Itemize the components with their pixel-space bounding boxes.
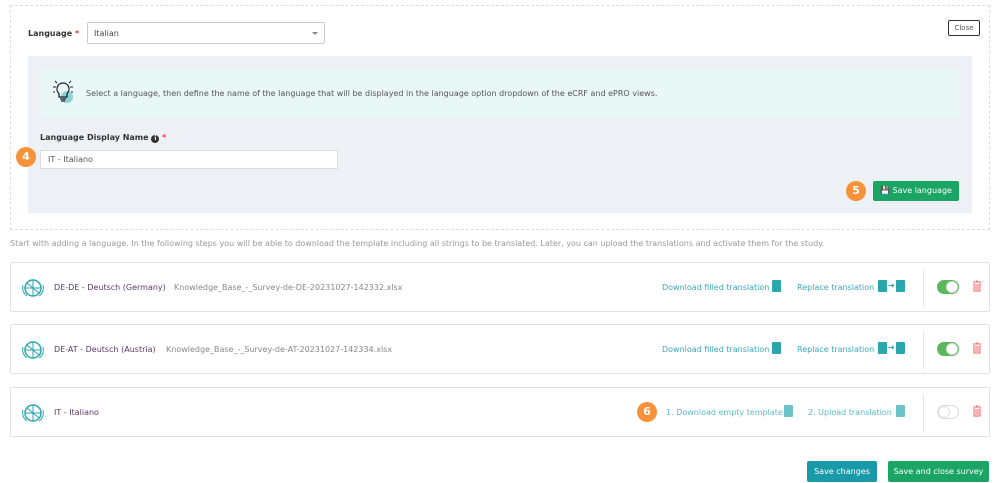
excel-file-icon[interactable] <box>896 280 905 292</box>
file-icon[interactable] <box>784 405 793 417</box>
chevron-down-icon <box>312 32 318 35</box>
excel-file-icon[interactable] <box>878 280 887 292</box>
upload-translation-link[interactable]: 2. Upload translation <box>808 408 892 417</box>
download-empty-template-link[interactable]: 1. Download empty template <box>666 408 783 417</box>
excel-file-icon[interactable] <box>772 342 781 354</box>
trash-icon[interactable] <box>972 342 982 356</box>
arrow-right-icon: ➜ <box>888 281 895 290</box>
divider <box>923 331 924 369</box>
info-box: Select a language, then define the name … <box>40 68 960 118</box>
globe-icon <box>22 404 44 422</box>
save-icon: 💾 <box>880 186 890 195</box>
globe-icon <box>22 279 44 297</box>
replace-translation-link[interactable]: Replace translation <box>797 345 874 354</box>
excel-file-icon[interactable] <box>878 342 887 354</box>
save-and-close-button[interactable]: Save and close survey <box>888 461 989 482</box>
info-icon: i <box>151 135 160 143</box>
save-changes-button[interactable]: Save changes <box>807 461 877 482</box>
divider <box>923 269 924 307</box>
excel-file-icon[interactable] <box>896 342 905 354</box>
language-row: IT - Italiano 6 1. Download empty templa… <box>10 387 990 437</box>
save-language-button[interactable]: 💾 Save language <box>873 181 959 201</box>
language-select[interactable]: Italian <box>87 22 325 44</box>
display-name-input[interactable]: IT - Italiano <box>40 150 338 169</box>
lightbulb-icon <box>53 80 73 103</box>
step-badge-4: 4 <box>16 147 36 167</box>
language-label: Language * <box>28 29 80 38</box>
trash-icon[interactable] <box>972 280 982 294</box>
step-badge-5: 5 <box>846 181 866 201</box>
close-button[interactable]: Close <box>948 20 980 36</box>
active-toggle[interactable] <box>937 342 959 356</box>
excel-file-icon[interactable] <box>772 280 781 292</box>
divider <box>923 394 924 432</box>
language-row: DE-DE - Deutsch (Germany) Knowledge_Base… <box>10 262 990 312</box>
active-toggle[interactable] <box>937 280 959 294</box>
file-name: Knowledge_Base_-_Survey-de-AT-20231027-1… <box>166 345 393 354</box>
step-badge-6: 6 <box>637 402 657 422</box>
active-toggle[interactable] <box>937 405 959 419</box>
intro-text: Start with adding a language. In the fol… <box>10 239 825 248</box>
trash-icon[interactable] <box>972 405 982 419</box>
file-name: Knowledge_Base_-_Survey-de-DE-20231027-1… <box>174 283 403 292</box>
arrow-right-icon: ➜ <box>888 343 895 352</box>
display-name-label: Language Display Name i * <box>40 133 167 143</box>
download-filled-link[interactable]: Download filled translation <box>662 345 769 354</box>
language-row: DE-AT - Deutsch (Austria) Knowledge_Base… <box>10 324 990 374</box>
globe-icon <box>22 341 44 359</box>
excel-file-icon[interactable] <box>896 405 905 417</box>
download-filled-link[interactable]: Download filled translation <box>662 283 769 292</box>
replace-translation-link[interactable]: Replace translation <box>797 283 874 292</box>
